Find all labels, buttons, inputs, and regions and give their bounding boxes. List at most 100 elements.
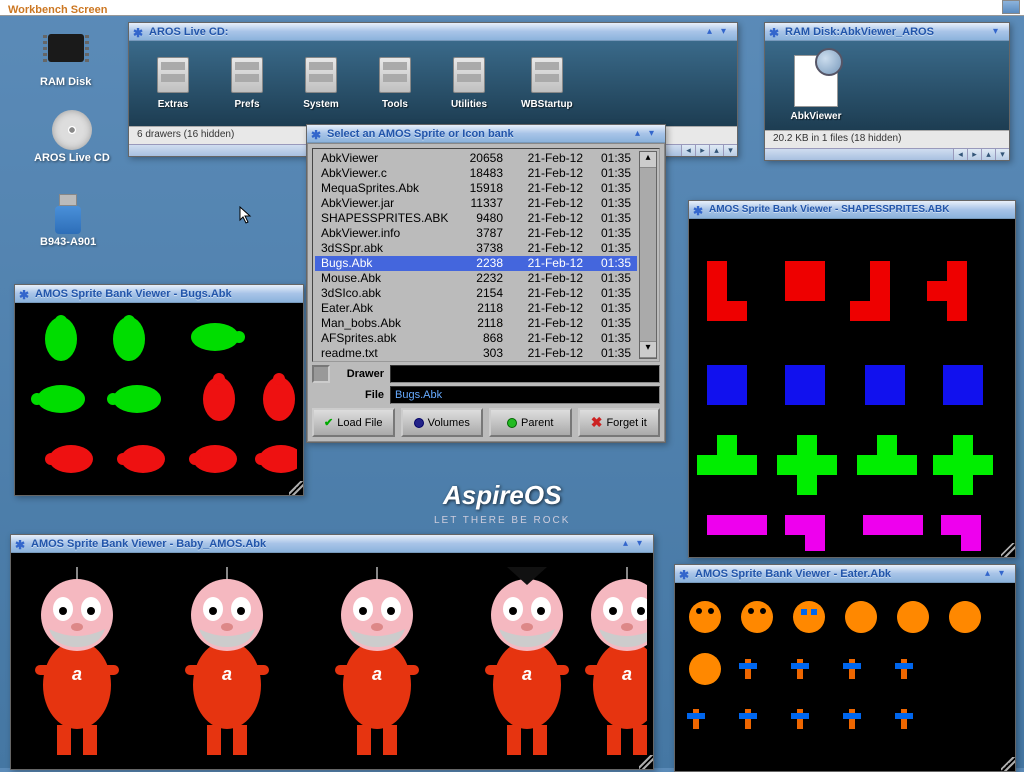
forget-button[interactable]: ✖Forget it bbox=[578, 408, 661, 437]
titlebar[interactable]: ✱ Select an AMOS Sprite or Icon bank ▴▾ bbox=[307, 125, 665, 143]
x-icon: ✖ bbox=[591, 414, 603, 431]
zoom-icon[interactable]: ▾ bbox=[721, 26, 733, 38]
drawer-input[interactable] bbox=[390, 365, 660, 383]
arrow-up-icon[interactable]: ▴ bbox=[640, 152, 656, 168]
drawer-label: WBStartup bbox=[521, 99, 573, 110]
screen-depth-gadget[interactable] bbox=[1002, 0, 1020, 14]
vertical-scrollbar[interactable]: ▴ ▾ bbox=[639, 151, 657, 359]
file-row[interactable]: Bugs.Abk223821-Feb-1201:35 bbox=[315, 256, 637, 271]
arrow-up-icon[interactable]: ▴ bbox=[709, 145, 723, 156]
parent-button[interactable]: Parent bbox=[489, 408, 572, 437]
file-row[interactable]: AFSprites.abk86821-Feb-1201:35 bbox=[315, 331, 637, 346]
drawer-label: Extras bbox=[151, 99, 195, 110]
status-bar: 20.2 KB in 1 files (18 hidden) bbox=[765, 130, 1009, 148]
drawer-icon bbox=[373, 57, 417, 95]
file-row[interactable]: AbkViewer.c1848321-Feb-1201:35 bbox=[315, 166, 637, 181]
window-title: AMOS Sprite Bank Viewer - SHAPESSPRITES.… bbox=[705, 204, 1011, 215]
brand-tagline: LET THERE BE ROCK bbox=[434, 515, 570, 526]
file-row[interactable]: Eater.Abk211821-Feb-1201:35 bbox=[315, 301, 637, 316]
file-row[interactable]: SHAPESSPRITES.ABK948021-Feb-1201:35 bbox=[315, 211, 637, 226]
brand-watermark: AspireOS LET THERE BE ROCK bbox=[434, 480, 570, 526]
window-title: AMOS Sprite Bank Viewer - Eater.Abk bbox=[691, 568, 985, 580]
zoom-icon[interactable]: ▾ bbox=[999, 568, 1011, 580]
close-icon[interactable]: ✱ bbox=[15, 538, 27, 550]
horizontal-scrollbar[interactable]: ◂▸▴▾ bbox=[765, 148, 1009, 160]
iconify-icon[interactable]: ▴ bbox=[623, 538, 635, 550]
file-input[interactable] bbox=[390, 386, 660, 404]
arrow-down-icon[interactable]: ▾ bbox=[995, 149, 1009, 160]
dot-icon bbox=[507, 418, 517, 428]
titlebar[interactable]: ✱ AMOS Sprite Bank Viewer - Eater.Abk ▴▾ bbox=[675, 565, 1015, 583]
close-icon[interactable]: ✱ bbox=[769, 26, 781, 38]
iconify-icon[interactable]: ▴ bbox=[707, 26, 719, 38]
arrow-down-icon[interactable]: ▾ bbox=[640, 342, 656, 358]
drawer-icon bbox=[525, 57, 569, 95]
file-row[interactable]: 3dSIco.abk215421-Feb-1201:35 bbox=[315, 286, 637, 301]
drawer-tools[interactable]: Tools bbox=[373, 57, 417, 110]
file-icon-abkviewer[interactable]: AbkViewer bbox=[781, 55, 851, 122]
window-viewer-eater: ✱ AMOS Sprite Bank Viewer - Eater.Abk ▴▾ bbox=[674, 564, 1016, 772]
scroll-thumb[interactable] bbox=[640, 168, 656, 342]
iconify-icon[interactable]: ▴ bbox=[985, 568, 997, 580]
file-row[interactable]: AbkViewer.jar1133721-Feb-1201:35 bbox=[315, 196, 637, 211]
zoom-icon[interactable]: ▾ bbox=[637, 538, 649, 550]
file-row[interactable]: Man_bobs.Abk211821-Feb-1201:35 bbox=[315, 316, 637, 331]
close-icon[interactable]: ✱ bbox=[693, 204, 705, 216]
window-title: AMOS Sprite Bank Viewer - Baby_AMOS.Abk bbox=[27, 538, 623, 550]
close-icon[interactable]: ✱ bbox=[311, 128, 323, 140]
close-icon[interactable]: ✱ bbox=[679, 568, 691, 580]
sprite-canvas: a bbox=[11, 553, 653, 769]
arrow-right-icon[interactable]: ▸ bbox=[967, 149, 981, 160]
window-body: Extras Prefs System Tools Utilities WBStartup bbox=[129, 41, 737, 126]
drawer-label: System bbox=[299, 99, 343, 110]
titlebar[interactable]: ✱ AROS Live CD: ▴▾ bbox=[129, 23, 737, 41]
arrow-left-icon[interactable]: ◂ bbox=[953, 149, 967, 160]
drawer-prefs[interactable]: Prefs bbox=[225, 57, 269, 110]
titlebar[interactable]: ✱ AMOS Sprite Bank Viewer - Bugs.Abk bbox=[15, 285, 303, 303]
file-row[interactable]: readme.txt30321-Feb-1201:35 bbox=[315, 346, 637, 361]
drawer-icon bbox=[225, 57, 269, 95]
arrow-right-icon[interactable]: ▸ bbox=[695, 145, 709, 156]
close-icon[interactable]: ✱ bbox=[133, 26, 145, 38]
resize-handle[interactable] bbox=[639, 755, 653, 769]
arrow-left-icon[interactable]: ◂ bbox=[681, 145, 695, 156]
resize-handle[interactable] bbox=[1001, 543, 1015, 557]
file-row[interactable]: 3dSSpr.abk373821-Feb-1201:35 bbox=[315, 241, 637, 256]
screen-title: Workbench Screen bbox=[0, 4, 107, 16]
drawer-checkbox[interactable] bbox=[312, 365, 330, 383]
volumes-button[interactable]: Volumes bbox=[401, 408, 484, 437]
drawer-utilities[interactable]: Utilities bbox=[447, 57, 491, 110]
titlebar[interactable]: ✱ AMOS Sprite Bank Viewer - Baby_AMOS.Ab… bbox=[11, 535, 653, 553]
titlebar[interactable]: ✱ AMOS Sprite Bank Viewer - SHAPESSPRITE… bbox=[689, 201, 1015, 219]
file-row[interactable]: Mouse.Abk223221-Feb-1201:35 bbox=[315, 271, 637, 286]
dialog-body: AbkViewer2065821-Feb-1201:35AbkViewer.c1… bbox=[307, 143, 665, 442]
window-viewer-shapes: ✱ AMOS Sprite Bank Viewer - SHAPESSPRITE… bbox=[688, 200, 1016, 558]
close-icon[interactable]: ✱ bbox=[19, 288, 31, 300]
desktop-icon-ramdisk[interactable]: RAM Disk bbox=[40, 28, 91, 88]
window-file-selector: ✱ Select an AMOS Sprite or Icon bank ▴▾ … bbox=[306, 124, 666, 443]
window-body: AbkViewer bbox=[765, 41, 1009, 130]
resize-handle[interactable] bbox=[289, 481, 303, 495]
file-row[interactable]: AbkViewer2065821-Feb-1201:35 bbox=[315, 151, 637, 166]
zoom-icon[interactable]: ▾ bbox=[993, 26, 1005, 38]
drawer-icon bbox=[299, 57, 343, 95]
zoom-icon[interactable]: ▾ bbox=[649, 128, 661, 140]
drawer-extras[interactable]: Extras bbox=[151, 57, 195, 110]
desktop-icon-usb[interactable]: B943-A901 bbox=[40, 194, 96, 248]
iconify-icon[interactable]: ▴ bbox=[635, 128, 647, 140]
resize-handle[interactable] bbox=[1001, 757, 1015, 771]
chip-icon bbox=[48, 34, 84, 62]
sprite-canvas bbox=[15, 303, 303, 495]
desktop-icon-livecd[interactable]: AROS Live CD bbox=[34, 110, 110, 164]
file-row[interactable]: AbkViewer.info378721-Feb-1201:35 bbox=[315, 226, 637, 241]
icon-label: AROS Live CD bbox=[34, 152, 110, 164]
arrow-up-icon[interactable]: ▴ bbox=[981, 149, 995, 160]
file-row[interactable]: MequaSprites.Abk1591821-Feb-1201:35 bbox=[315, 181, 637, 196]
arrow-down-icon[interactable]: ▾ bbox=[723, 145, 737, 156]
drawer-system[interactable]: System bbox=[299, 57, 343, 110]
check-icon: ✔ bbox=[324, 416, 333, 429]
icon-label: B943-A901 bbox=[40, 236, 96, 248]
load-file-button[interactable]: ✔Load File bbox=[312, 408, 395, 437]
drawer-wbstartup[interactable]: WBStartup bbox=[521, 57, 573, 110]
titlebar[interactable]: ✱ RAM Disk:AbkViewer_AROS ▾ bbox=[765, 23, 1009, 41]
